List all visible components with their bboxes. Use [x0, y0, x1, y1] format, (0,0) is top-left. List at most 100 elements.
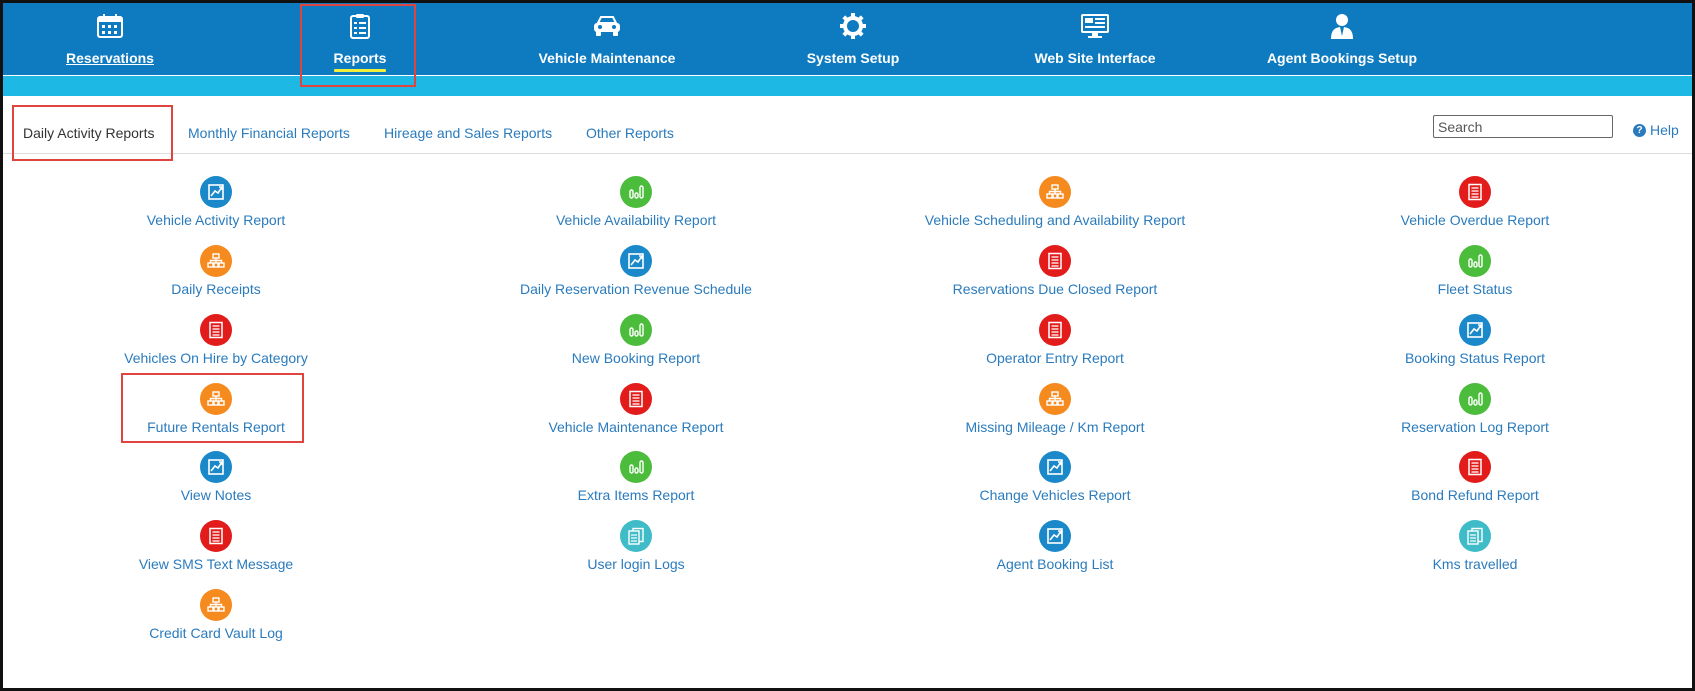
documents-icon	[620, 520, 652, 552]
report-label: Daily Receipts	[171, 281, 261, 297]
report-link[interactable]: User login Logs	[446, 520, 826, 572]
report-label: Credit Card Vault Log	[149, 625, 283, 641]
report-label: Daily Reservation Revenue Schedule	[520, 281, 752, 297]
sitemap-icon	[1039, 383, 1071, 415]
report-label: Reservations Due Closed Report	[952, 281, 1158, 297]
document-icon	[1459, 451, 1491, 483]
report-link[interactable]: Reservations Due Closed Report	[865, 245, 1245, 297]
user-tie-icon	[1327, 11, 1357, 41]
monitor-icon	[1080, 11, 1110, 41]
report-link[interactable]: Vehicle Scheduling and Availability Repo…	[865, 176, 1245, 228]
report-link[interactable]: Future Rentals Report	[26, 383, 406, 435]
document-icon	[200, 314, 232, 346]
chart-line-icon	[1459, 314, 1491, 346]
nav-label: Reservations	[66, 50, 154, 66]
report-link[interactable]: Extra Items Report	[446, 451, 826, 503]
report-label: View SMS Text Message	[138, 556, 294, 572]
nav-system-setup[interactable]: System Setup	[798, 3, 908, 76]
report-label: Vehicle Maintenance Report	[548, 419, 724, 435]
report-link[interactable]: Fleet Status	[1285, 245, 1665, 297]
bar-chart-icon	[1459, 245, 1491, 277]
nav-web-site-interface[interactable]: Web Site Interface	[1030, 3, 1160, 76]
report-link[interactable]: Agent Booking List	[865, 520, 1245, 572]
document-icon	[1039, 314, 1071, 346]
report-link[interactable]: Change Vehicles Report	[865, 451, 1245, 503]
report-link[interactable]: New Booking Report	[446, 314, 826, 366]
report-label: Bond Refund Report	[1411, 487, 1539, 503]
report-label: Vehicle Scheduling and Availability Repo…	[924, 212, 1186, 228]
bar-chart-icon	[1459, 383, 1491, 415]
document-icon	[1039, 245, 1071, 277]
document-icon	[1459, 176, 1491, 208]
report-link[interactable]: Reservation Log Report	[1285, 383, 1665, 435]
report-link[interactable]: Booking Status Report	[1285, 314, 1665, 366]
nav-label: Web Site Interface	[1034, 50, 1156, 66]
tab-daily-activity-reports[interactable]: Daily Activity Reports	[23, 125, 154, 141]
report-label: Booking Status Report	[1404, 350, 1546, 366]
bar-chart-icon	[620, 176, 652, 208]
report-label: View Notes	[180, 487, 252, 503]
report-link[interactable]: Daily Receipts	[26, 245, 406, 297]
calendar-icon	[95, 11, 125, 41]
report-label: Agent Booking List	[996, 556, 1114, 572]
sub-header-bar	[3, 76, 1692, 96]
report-link[interactable]: Credit Card Vault Log	[26, 589, 406, 641]
report-label: Vehicles On Hire by Category	[124, 350, 308, 366]
report-label: Reservation Log Report	[1401, 419, 1549, 435]
car-icon	[592, 11, 622, 41]
sitemap-icon	[200, 245, 232, 277]
bar-chart-icon	[620, 451, 652, 483]
search-input[interactable]	[1433, 115, 1613, 138]
tab-monthly-financial-reports[interactable]: Monthly Financial Reports	[188, 125, 350, 141]
tab-hireage-and-sales-reports[interactable]: Hireage and Sales Reports	[384, 125, 552, 141]
question-circle-icon: ?	[1633, 123, 1646, 137]
chart-line-icon	[620, 245, 652, 277]
nav-agent-bookings-setup[interactable]: Agent Bookings Setup	[1267, 3, 1417, 76]
report-link[interactable]: Vehicle Activity Report	[26, 176, 406, 228]
nav-label: Agent Bookings Setup	[1266, 50, 1418, 66]
report-link[interactable]: Vehicle Overdue Report	[1285, 176, 1665, 228]
tab-other-reports[interactable]: Other Reports	[586, 125, 674, 141]
nav-vehicle-maintenance[interactable]: Vehicle Maintenance	[532, 3, 682, 76]
report-label: New Booking Report	[571, 350, 701, 366]
report-link[interactable]: Operator Entry Report	[865, 314, 1245, 366]
document-icon	[200, 520, 232, 552]
report-label: Missing Mileage / Km Report	[965, 419, 1145, 435]
documents-icon	[1459, 520, 1491, 552]
report-link[interactable]: Vehicle Availability Report	[446, 176, 826, 228]
chart-line-icon	[1039, 520, 1071, 552]
report-link[interactable]: Vehicle Maintenance Report	[446, 383, 826, 435]
sitemap-icon	[1039, 176, 1071, 208]
top-navigation: Reservations Reports Vehicle Maintenance…	[3, 3, 1692, 76]
help-label: Help	[1650, 122, 1679, 138]
nav-label: System Setup	[806, 50, 900, 66]
nav-reports[interactable]: Reports	[320, 3, 400, 76]
chart-line-icon	[200, 176, 232, 208]
report-label: Vehicle Overdue Report	[1400, 212, 1550, 228]
sitemap-icon	[200, 589, 232, 621]
gear-icon	[838, 11, 868, 41]
report-label: Operator Entry Report	[986, 350, 1124, 366]
help-link[interactable]: ? Help	[1633, 122, 1679, 138]
active-indicator	[334, 69, 386, 72]
report-link[interactable]: Missing Mileage / Km Report	[865, 383, 1245, 435]
clipboard-list-icon	[345, 11, 375, 41]
report-link[interactable]: Vehicles On Hire by Category	[26, 314, 406, 366]
report-link[interactable]: Daily Reservation Revenue Schedule	[446, 245, 826, 297]
bar-chart-icon	[620, 314, 652, 346]
report-label: Change Vehicles Report	[979, 487, 1131, 503]
nav-label: Vehicle Maintenance	[538, 50, 676, 66]
report-link[interactable]: Bond Refund Report	[1285, 451, 1665, 503]
nav-label: Reports	[333, 50, 387, 66]
report-label: Vehicle Availability Report	[555, 212, 717, 228]
report-label: Future Rentals Report	[147, 419, 285, 435]
report-link[interactable]: Kms travelled	[1285, 520, 1665, 572]
report-label: Fleet Status	[1437, 281, 1513, 297]
nav-reservations[interactable]: Reservations	[65, 3, 155, 76]
report-label: User login Logs	[587, 556, 685, 572]
report-label: Kms travelled	[1432, 556, 1518, 572]
report-label: Extra Items Report	[577, 487, 695, 503]
report-link[interactable]: View SMS Text Message	[26, 520, 406, 572]
chart-line-icon	[200, 451, 232, 483]
report-link[interactable]: View Notes	[26, 451, 406, 503]
